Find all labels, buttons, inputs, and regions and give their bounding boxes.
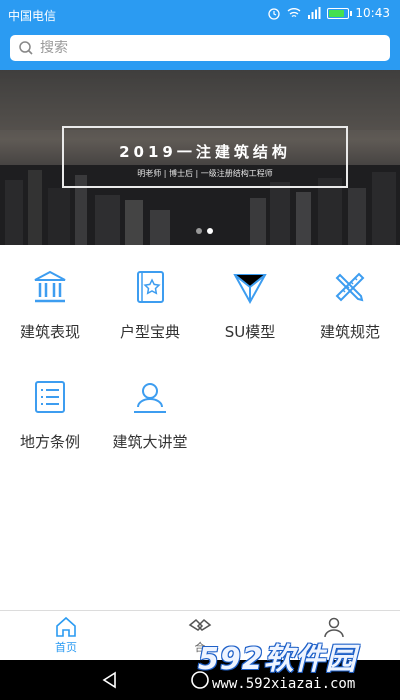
tab-home[interactable]: 首页 (36, 615, 96, 655)
home-icon (56, 616, 76, 637)
watermark-brand: 592软件园 (198, 642, 357, 677)
carrier-label: 中国电信 (8, 9, 57, 23)
watermark-logo: 592软件园 www.592xiazai.com (198, 630, 398, 700)
menu-item-architecture-rendering[interactable]: 建筑表现 (0, 245, 100, 355)
menu-item-architecture-lectures[interactable]: 建筑大讲堂 (100, 355, 200, 465)
tab-label: 首页 (55, 641, 77, 654)
lecturer-person-icon (134, 383, 166, 413)
menu-item-su-models[interactable]: SU模型 (200, 245, 300, 355)
top-bar: 中国电信 10:43 (0, 0, 400, 70)
back-icon[interactable] (100, 670, 120, 690)
menu-item-floor-plans[interactable]: 户型宝典 (100, 245, 200, 355)
banner-subtitle: 明老师 | 博士后 | 一级注册结构工程师 (137, 169, 273, 178)
triangle-model-icon (233, 274, 267, 305)
search-bar[interactable] (10, 35, 390, 61)
search-input[interactable] (40, 40, 360, 56)
banner-title: 2019一注建筑结构 (119, 143, 291, 161)
signal-icon (308, 7, 321, 19)
status-icons: 10:43 (267, 6, 390, 20)
carousel-dot-active[interactable] (207, 228, 213, 234)
document-list-icon (35, 381, 65, 413)
status-bar: 中国电信 10:43 (0, 0, 400, 30)
wifi-icon (287, 8, 301, 18)
menu-item-label: 地方条例 (19, 433, 80, 451)
alarm-icon (268, 8, 281, 20)
menu-item-label: 户型宝典 (119, 323, 180, 341)
ruler-pencil-icon (335, 272, 365, 302)
battery-icon (327, 7, 353, 19)
carousel-indicator (196, 228, 213, 234)
menu-item-label: 建筑规范 (319, 323, 380, 341)
menu-item-label: 建筑大讲堂 (112, 433, 188, 451)
banner-caption-box: 2019一注建筑结构 明老师 | 博士后 | 一级注册结构工程师 (62, 126, 348, 188)
search-icon (19, 41, 33, 55)
carousel-dot[interactable] (196, 228, 202, 234)
menu-item-label: SU模型 (224, 323, 276, 341)
menu-item-building-codes[interactable]: 建筑规范 (300, 245, 400, 355)
menu-item-local-regulations[interactable]: 地方条例 (0, 355, 100, 465)
star-book-icon (137, 271, 164, 303)
menu-item-label: 建筑表现 (19, 323, 80, 341)
banner-carousel[interactable]: 2019一注建筑结构 明老师 | 博士后 | 一级注册结构工程师 (0, 70, 400, 245)
clock: 10:43 (355, 6, 390, 20)
watermark-url: www.592xiazai.com (212, 676, 356, 692)
bank-building-icon (34, 270, 66, 303)
